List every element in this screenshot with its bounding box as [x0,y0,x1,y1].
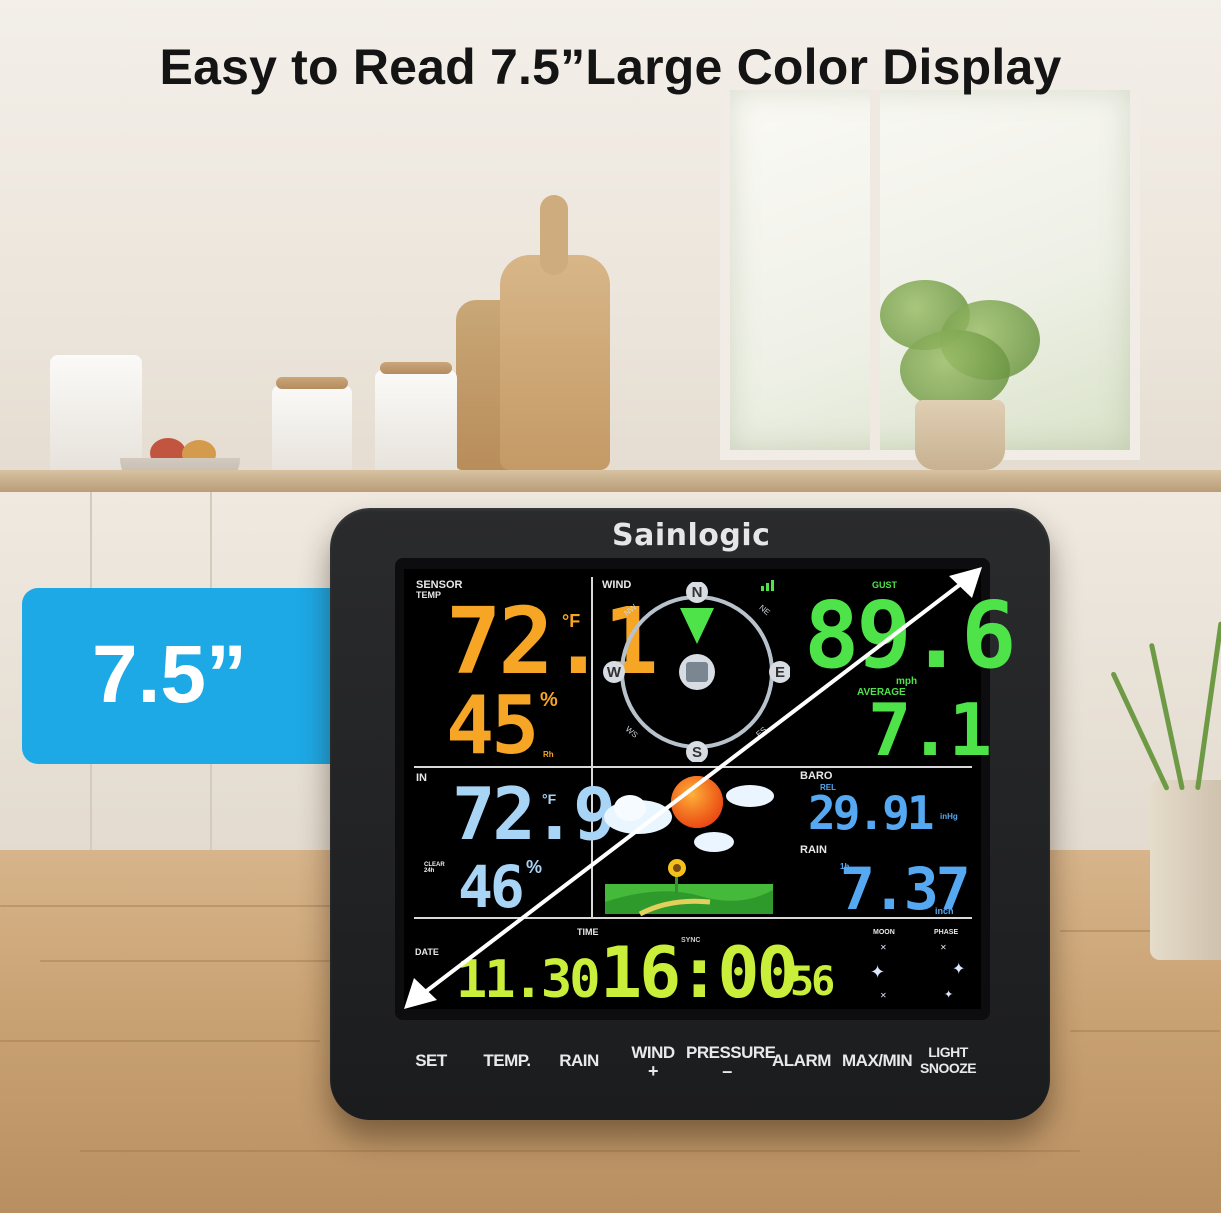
cutting-board-front [500,195,610,470]
wind-plus-button[interactable]: WIND + [622,1043,684,1081]
light-button-label: LIGHT [928,1044,968,1060]
baro-unit: inHg [940,812,958,821]
pressure-button-label: PRESSURE [686,1043,776,1062]
maxmin-button[interactable]: MAX/MIN [842,1052,913,1070]
headline: Easy to Read 7.5”Large Color Display [159,39,1062,95]
wood-grain [0,1040,320,1042]
alarm-button[interactable]: ALARM [772,1051,831,1070]
time-value: 16:00 [600,932,799,1014]
jar-2 [375,370,457,478]
comfort-label: CLEAR 24h [424,862,445,874]
baro-label: BARO [800,770,833,782]
size-badge-text: 7.5” [92,629,247,720]
rain-unit: inch [935,906,954,916]
set-button[interactable]: SET [400,1052,462,1070]
compass-nw: NW [622,602,638,618]
device-buttons: SET TEMP. RAIN WIND + PRESSURE – ALARM M… [400,1040,990,1090]
sensor-temp-unit: °F [562,611,581,631]
date-label: DATE [415,947,439,957]
wood-grain [0,905,330,907]
jar-1 [272,385,352,477]
compass-e: E [775,664,785,681]
compass-n: N [692,584,703,601]
sensor-temp-label: TEMP [416,590,442,600]
indoor-humidity-value: 46 [458,853,525,921]
plant-pot [915,400,1005,470]
average-value: 7.1 [868,688,992,772]
window-mullion [870,90,880,450]
pressure-minus-button[interactable]: PRESSURE – [686,1044,776,1081]
jar-2-lid [380,362,452,374]
brand-logo: Sainlogic [612,518,771,553]
svg-text:✦: ✦ [952,959,965,978]
jar-1-lid [276,377,348,389]
wood-grain [80,1150,1080,1152]
shelf [0,470,1221,492]
svg-text:✕: ✕ [880,943,887,952]
wind-unit: mph [896,676,918,687]
time-label: TIME [577,927,599,937]
pitcher [50,355,142,475]
rain-button[interactable]: RAIN [548,1052,610,1070]
wind-button-label: WIND [631,1043,675,1062]
svg-text:✕: ✕ [880,991,887,1000]
indoor-label: IN [416,772,427,784]
moon-star-icon: ✦ ✦ ✦ ✕ ✕ ✕ [870,943,965,1001]
compass-ne: NE [757,603,771,617]
compass-icon: N S W E NW NE WS ES [603,582,790,762]
date-value: 11.30 [456,950,601,1010]
moon-label: MOON [873,929,895,936]
indoor-temp-value: 72.9 [452,772,616,856]
svg-text:✦: ✦ [944,988,953,1001]
phase-label: PHASE [934,929,959,936]
rain-button-label: RAIN [559,1051,599,1070]
compass-w: W [607,664,622,681]
sun-cloud-icon [604,776,774,916]
compass-es: ES [754,725,768,739]
temp-button[interactable]: TEMP. [474,1052,540,1070]
compass-s: S [692,744,702,761]
svg-text:✦: ✦ [870,962,885,983]
wood-grain [40,960,330,962]
wood-grain [1070,1030,1220,1032]
plant-pot-right [1150,780,1221,960]
indoor-temp-unit: °F [542,791,557,807]
light-snooze-button[interactable]: LIGHT SNOOZE [920,1044,977,1076]
svg-text:✕: ✕ [940,943,947,952]
sensor-humidity-sub: Rh [543,750,554,759]
plant-leaves-3 [900,330,1010,410]
pressure-button-minus: – [722,1061,732,1081]
maxmin-button-label: MAX/MIN [842,1051,913,1070]
seconds-value: 56 [790,959,835,1005]
wind-button-plus: + [647,1061,659,1081]
snooze-button-label: SNOOZE [920,1060,977,1076]
temp-button-label: TEMP. [483,1051,531,1070]
sensor-humidity-unit: % [540,689,558,711]
indoor-humidity-unit: % [526,857,543,877]
gust-value: 89.6 [804,582,1017,689]
sunflower-icon [605,859,773,916]
compass-ws: WS [624,724,640,739]
set-button-label: SET [415,1051,447,1070]
alarm-button-label: ALARM [772,1051,831,1070]
baro-value: 29.91 [808,786,934,840]
sensor-humidity-value: 45 [446,679,539,772]
rain-label: RAIN [800,844,827,856]
